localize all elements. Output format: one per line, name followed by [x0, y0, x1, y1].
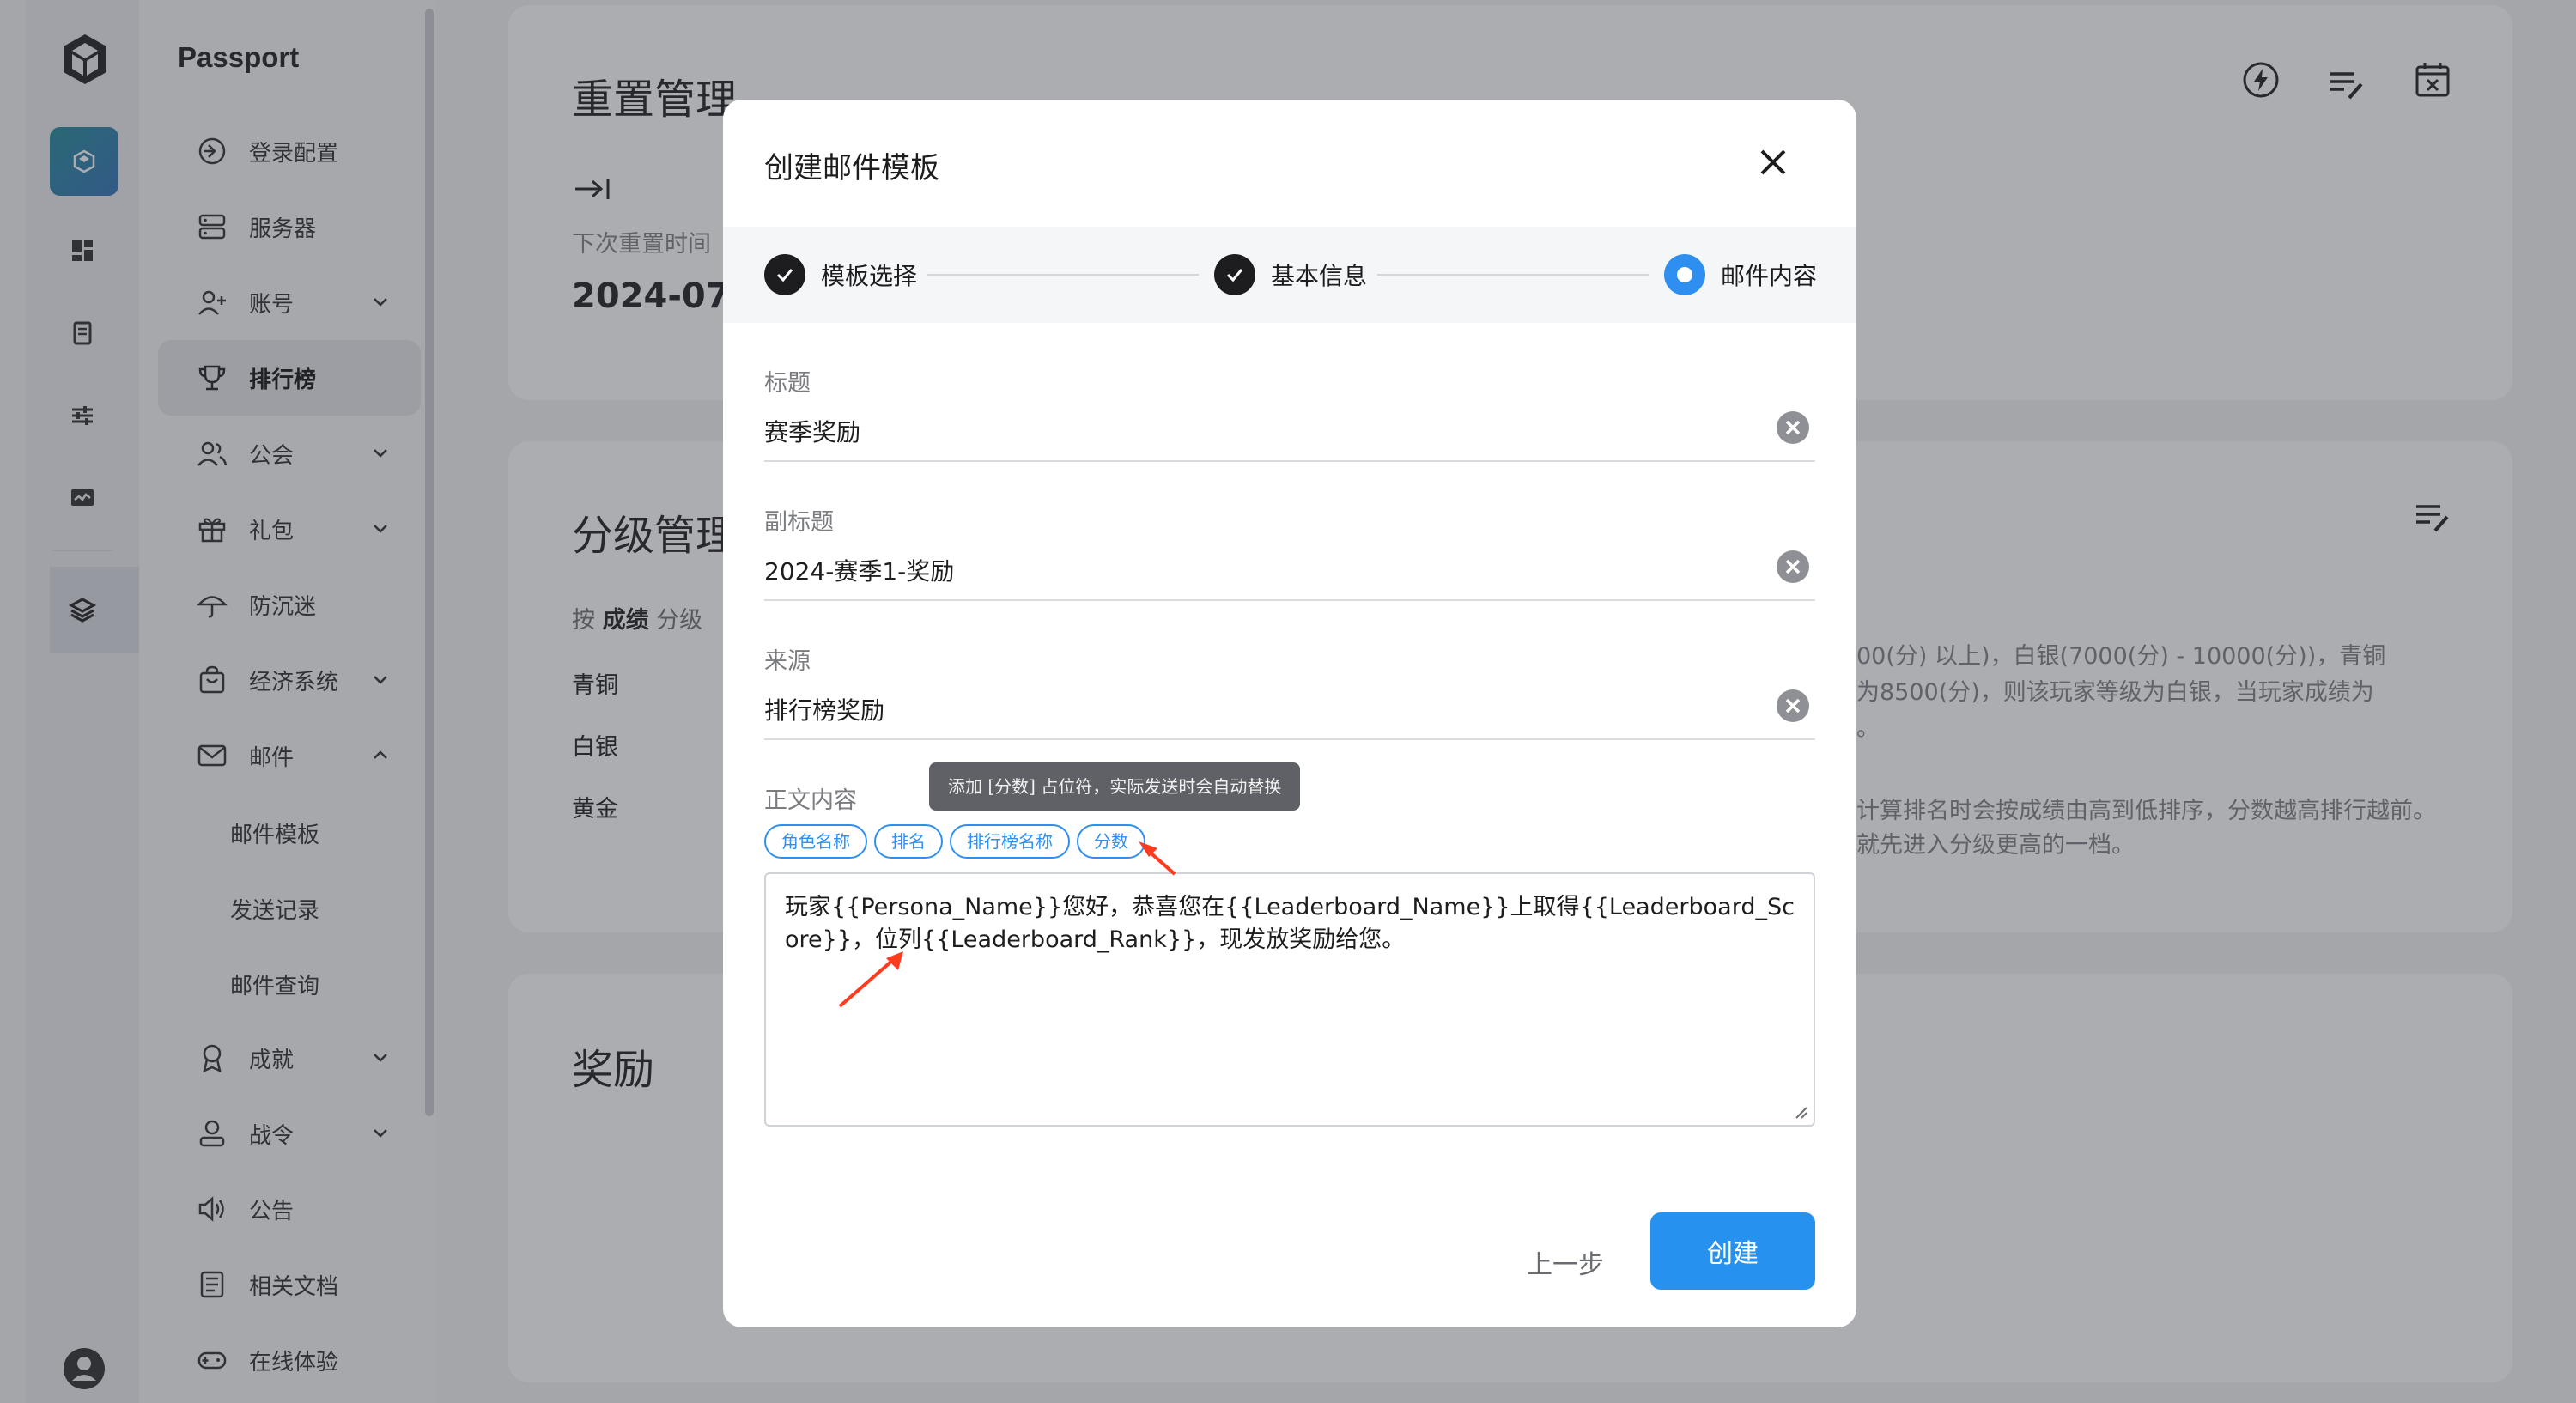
clear-icon[interactable]	[1776, 689, 1810, 723]
body-textarea[interactable]: 玩家{{Persona_Name}}您好，恭喜您在{{Leaderboard_N…	[764, 872, 1815, 1127]
stepper: 模板选择 基本信息 邮件内容	[723, 227, 1856, 323]
dialog-title: 创建邮件模板	[764, 151, 939, 185]
subtitle-field-label: 副标题	[764, 509, 834, 536]
title-input[interactable]: 赛季奖励	[764, 414, 860, 448]
clear-icon[interactable]	[1776, 410, 1810, 445]
create-mail-template-dialog: 创建邮件模板 模板选择 基本信息 邮件内容 标题 赛季奖励 副标题 2024-赛…	[723, 100, 1856, 1327]
source-field-label: 来源	[764, 648, 811, 675]
chip-score[interactable]: 分数	[1077, 824, 1145, 859]
input-underline	[764, 599, 1815, 601]
step-mail-content[interactable]: 邮件内容	[1664, 251, 1817, 299]
step-basic-info[interactable]: 基本信息	[1214, 251, 1367, 299]
step-label: 邮件内容	[1721, 262, 1818, 290]
subtitle-input[interactable]: 2024-赛季1-奖励	[764, 553, 954, 587]
step-connector	[927, 274, 1199, 276]
body-content: 玩家{{Persona_Name}}您好，恭喜您在{{Leaderboard_N…	[785, 894, 1795, 953]
source-input[interactable]: 排行榜奖励	[764, 692, 884, 726]
step-connector	[1377, 274, 1649, 276]
chip-rank[interactable]: 排名	[874, 824, 943, 859]
chip-leaderboard-name[interactable]: 排行榜名称	[950, 824, 1070, 859]
app-root: Passport 登录配置 服务器 账号 排行榜 公会 礼包 防沉迷 经济系统 …	[0, 0, 2576, 1403]
chip-persona-name[interactable]: 角色名称	[764, 824, 867, 859]
clear-icon[interactable]	[1776, 550, 1810, 584]
placeholder-tooltip: 添加 [分数] 占位符，实际发送时会自动替换	[929, 762, 1301, 811]
resize-handle-icon[interactable]	[1793, 1104, 1808, 1120]
create-button[interactable]: 创建	[1650, 1212, 1815, 1290]
step-template-select[interactable]: 模板选择	[764, 251, 917, 299]
check-icon	[764, 254, 805, 295]
input-underline	[764, 738, 1815, 740]
step-label: 模板选择	[821, 262, 918, 290]
title-field-label: 标题	[764, 370, 811, 397]
body-field-label: 正文内容	[764, 787, 857, 814]
input-underline	[764, 460, 1815, 462]
step-label: 基本信息	[1271, 262, 1368, 290]
current-step-icon	[1664, 254, 1705, 295]
check-icon	[1214, 254, 1255, 295]
close-icon[interactable]	[1755, 144, 1791, 180]
previous-step-button[interactable]: 上一步	[1510, 1233, 1621, 1291]
